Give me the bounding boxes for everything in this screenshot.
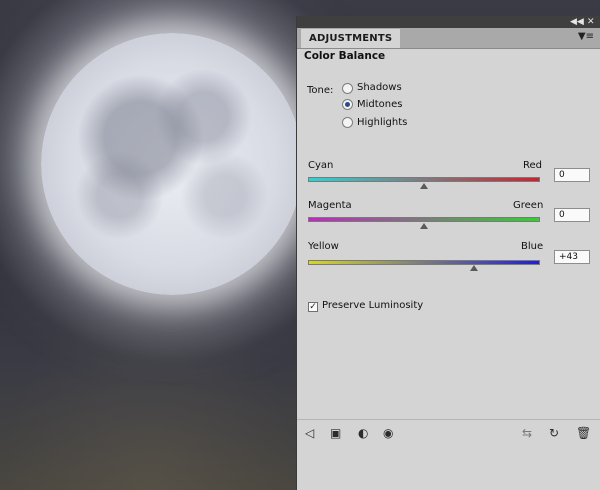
- cyan-red-value-input[interactable]: 0: [554, 168, 590, 182]
- cyan-label: Cyan: [308, 160, 334, 171]
- tone-label: Tone:: [307, 85, 334, 96]
- preserve-luminosity-label: Preserve Luminosity: [322, 300, 424, 311]
- radio-shadows[interactable]: [342, 83, 353, 94]
- reset-icon[interactable]: ↻: [549, 426, 559, 440]
- radio-midtones[interactable]: [342, 99, 353, 110]
- yellow-blue-value-input[interactable]: +43: [554, 250, 590, 264]
- preserve-luminosity-checkbox[interactable]: ✓: [308, 302, 318, 312]
- eye-icon[interactable]: ◉: [383, 426, 393, 440]
- view-previous-state-icon[interactable]: ⇆: [522, 426, 532, 440]
- blue-label: Blue: [521, 241, 544, 252]
- clip-to-layer-icon[interactable]: ▣: [330, 426, 341, 440]
- radio-highlights[interactable]: [342, 117, 353, 128]
- panel-tab-bar: ADJUSTMENTS ▼≡: [297, 28, 600, 49]
- trash-icon[interactable]: 🗑: [576, 426, 591, 440]
- green-label: Green: [513, 200, 544, 211]
- magenta-label: Magenta: [308, 200, 352, 211]
- yellow-label: Yellow: [308, 241, 339, 252]
- magenta-green-slider-track[interactable]: [308, 217, 540, 222]
- panel-menu-icon[interactable]: ▼≡: [578, 31, 594, 42]
- cyan-red-slider-track[interactable]: [308, 177, 540, 182]
- magenta-green-slider-thumb[interactable]: [420, 223, 428, 229]
- cyan-red-slider-thumb[interactable]: [420, 183, 428, 189]
- layer-visibility-toggle-icon[interactable]: ◐: [358, 426, 368, 440]
- double-chevron-icon[interactable]: ◀◀: [570, 16, 584, 28]
- radio-midtones-label: Midtones: [357, 99, 403, 110]
- magenta-green-value-input[interactable]: 0: [554, 208, 590, 222]
- adjustments-panel: ◀◀ ✕ ADJUSTMENTS ▼≡ Color Balance Tone: …: [296, 16, 600, 490]
- moon-image: [41, 33, 303, 295]
- red-label: Red: [523, 160, 542, 171]
- panel-title-bar: ◀◀ ✕: [297, 16, 600, 28]
- yellow-blue-slider-thumb[interactable]: [469, 265, 478, 271]
- back-arrow-icon[interactable]: ◁: [305, 426, 314, 440]
- tab-adjustments[interactable]: ADJUSTMENTS: [301, 29, 401, 48]
- close-icon[interactable]: ✕: [587, 16, 595, 28]
- panel-footer: ◁ ▣ ◐ ◉ ⇆ ↻ 🗑: [297, 419, 600, 446]
- radio-highlights-label: Highlights: [357, 117, 408, 128]
- adjustment-title: Color Balance: [304, 50, 386, 62]
- radio-shadows-label: Shadows: [357, 82, 402, 93]
- yellow-blue-slider-track[interactable]: [308, 260, 540, 265]
